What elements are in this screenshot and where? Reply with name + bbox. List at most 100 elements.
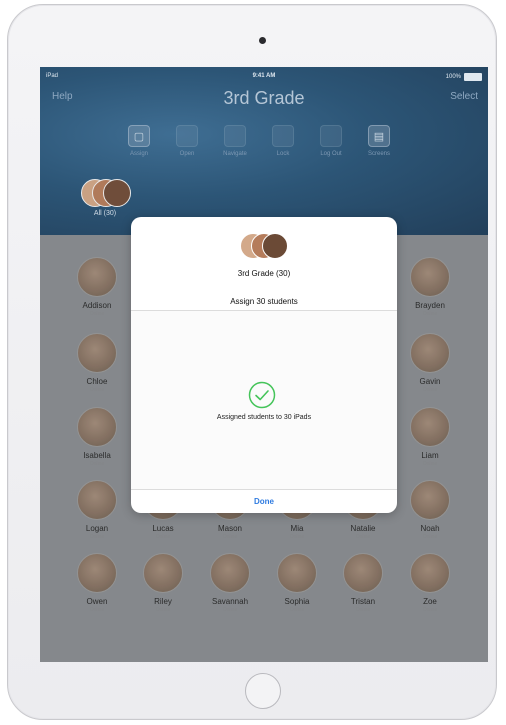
dialog-title: Assign 30 students	[230, 297, 298, 306]
student-tile[interactable]: Logan Online	[65, 480, 129, 540]
lock-tool[interactable]: Lock	[266, 125, 300, 157]
dialog-body: Assigned students to 30 iPads	[131, 311, 397, 489]
student-status: Online	[222, 534, 238, 540]
avatar	[262, 233, 288, 259]
student-tile[interactable]: Chloe Online	[65, 333, 129, 393]
avatar	[410, 480, 450, 520]
done-button[interactable]: Done	[131, 490, 397, 513]
checkmark-circle-icon	[248, 381, 276, 409]
avatar	[103, 179, 131, 207]
student-status: Online	[155, 607, 171, 613]
student-tile[interactable]: Savannah Online	[198, 553, 262, 613]
student-tile[interactable]: Riley Online	[131, 553, 195, 613]
home-button[interactable]	[245, 673, 281, 709]
student-status: Online	[222, 607, 238, 613]
student-status: Online	[89, 534, 105, 540]
student-name: Mason	[217, 524, 242, 533]
student-status: Online	[422, 461, 438, 467]
student-name: Savannah	[211, 597, 249, 606]
student-tile[interactable]: Sophia Online	[265, 553, 329, 613]
student-tile[interactable]: Liam Online	[398, 407, 462, 467]
toolbar: ▢ Assign Open Navigate Lock Log Out ▤ Sc…	[122, 125, 402, 165]
student-tile[interactable]: Addison Online	[65, 257, 129, 317]
select-button[interactable]: Select	[450, 91, 478, 102]
student-status: Online	[155, 534, 171, 540]
student-name: Gavin	[419, 377, 441, 386]
student-name: Natalie	[350, 524, 376, 533]
student-name: Addison	[82, 301, 112, 310]
student-name: Owen	[86, 597, 108, 606]
tool-label: Open	[179, 151, 195, 157]
student-tile[interactable]: Brayden Online	[398, 257, 462, 317]
avatar	[77, 480, 117, 520]
page-title: 3rd Grade	[223, 88, 305, 108]
avatar	[410, 553, 450, 593]
student-tile[interactable]: Noah Online	[398, 480, 462, 540]
tool-label: Lock	[276, 151, 290, 157]
assign-tool[interactable]: ▢ Assign	[122, 125, 156, 157]
student-name: Noah	[420, 524, 440, 533]
avatar	[210, 553, 250, 593]
assign-icon: ▢	[128, 125, 150, 147]
student-status: Online	[89, 461, 105, 467]
student-status: Online	[289, 607, 305, 613]
student-name: Mia	[290, 524, 304, 533]
student-name: Liam	[421, 451, 439, 460]
status-bar: iPad 9:41 AM 100%	[40, 73, 488, 83]
student-tile[interactable]: Owen Online	[65, 553, 129, 613]
open-icon	[176, 125, 198, 147]
group-filter-label: All (30)	[93, 210, 117, 217]
assign-dialog: 3rd Grade (30) Assign 30 students Assign…	[131, 217, 397, 513]
student-name: Chloe	[86, 377, 108, 386]
group-filter-all[interactable]: All (30)	[80, 179, 131, 217]
student-name: Isabella	[83, 451, 111, 460]
student-name: Logan	[85, 524, 109, 533]
student-tile[interactable]: Isabella Online	[65, 407, 129, 467]
avatar	[410, 407, 450, 447]
student-tile[interactable]: Tristan Online	[331, 553, 395, 613]
dialog-avatar-stack	[240, 233, 288, 263]
student-tile[interactable]: Zoe Online	[398, 553, 462, 613]
avatar	[343, 553, 383, 593]
avatar	[77, 407, 117, 447]
student-name: Sophia	[284, 597, 310, 606]
avatar	[77, 553, 117, 593]
dialog-message: Assigned students to 30 iPads	[216, 414, 312, 421]
avatar	[410, 333, 450, 373]
status-battery-group: 100%	[446, 73, 482, 81]
avatar	[143, 553, 183, 593]
student-tile[interactable]: Gavin Online	[398, 333, 462, 393]
open-tool[interactable]: Open	[170, 125, 204, 157]
student-status: Online	[422, 311, 438, 317]
avatar	[277, 553, 317, 593]
dialog-group-name: 3rd Grade (30)	[237, 269, 291, 278]
battery-icon	[464, 73, 482, 81]
student-status: Online	[422, 387, 438, 393]
avatar	[77, 257, 117, 297]
group-avatar-stack	[81, 179, 131, 209]
student-status: Online	[422, 534, 438, 540]
navigate-icon	[224, 125, 246, 147]
student-status: Online	[89, 607, 105, 613]
student-status: Online	[289, 534, 305, 540]
student-status: Online	[355, 607, 371, 613]
student-name: Lucas	[152, 524, 174, 533]
student-name: Riley	[154, 597, 172, 606]
student-status: Online	[355, 534, 371, 540]
student-status: Online	[89, 311, 105, 317]
camera-icon	[259, 37, 266, 44]
status-battery-percent: 100%	[445, 74, 461, 80]
tool-label: Screens	[367, 151, 390, 157]
log-out-icon	[320, 125, 342, 147]
header-area: iPad 9:41 AM 100% Help 3rd Grade Select …	[40, 67, 488, 235]
navigate-tool[interactable]: Navigate	[218, 125, 252, 157]
log-out-tool[interactable]: Log Out	[314, 125, 348, 157]
screens-tool[interactable]: ▤ Screens	[362, 125, 396, 157]
student-name: Zoe	[423, 597, 437, 606]
student-status: Online	[422, 607, 438, 613]
screen: iPad 9:41 AM 100% Help 3rd Grade Select …	[40, 67, 488, 662]
avatar	[77, 333, 117, 373]
screens-icon: ▤	[368, 125, 390, 147]
student-status: Online	[89, 387, 105, 393]
lock-icon	[272, 125, 294, 147]
